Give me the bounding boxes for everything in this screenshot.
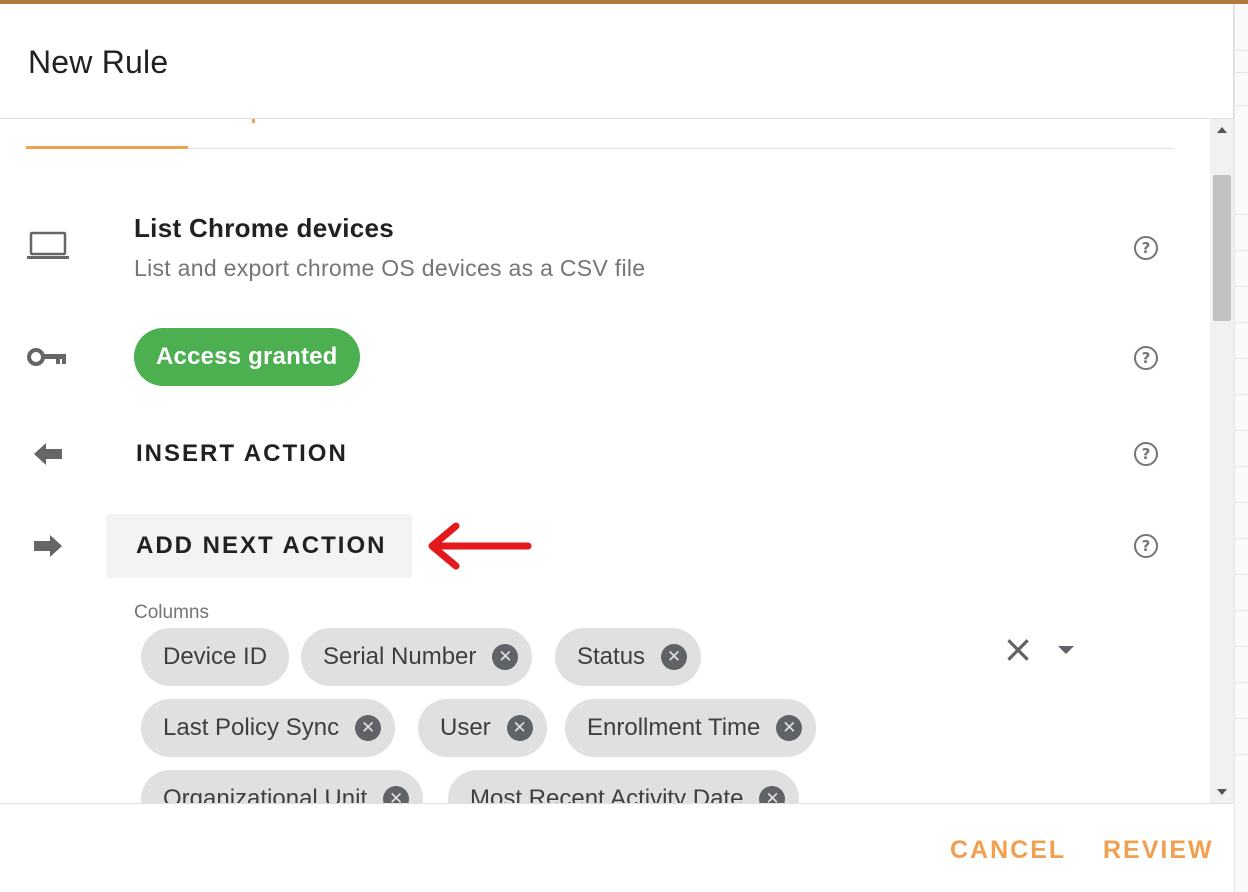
remove-chip-icon[interactable]: ✕ <box>383 786 410 803</box>
help-circle-icon[interactable]: ? <box>1134 346 1158 370</box>
chip-label: Enrollment Time <box>587 714 761 741</box>
column-chip[interactable]: Last Policy Sync ✕ <box>141 699 396 757</box>
column-chip[interactable]: Device ID <box>141 628 290 686</box>
chevron-down-icon[interactable] <box>1058 646 1074 654</box>
insert-action-button[interactable]: INSERT ACTION <box>136 440 348 468</box>
columns-label: Columns <box>134 602 209 623</box>
dialog-header: New Rule <box>0 4 1234 119</box>
window-top-accent <box>0 0 1248 4</box>
rule-title: List Chrome devices <box>134 213 395 243</box>
help-circle-icon[interactable]: ? <box>1134 534 1158 558</box>
access-granted-badge: Access granted <box>134 328 360 386</box>
dialog-footer: CANCEL REVIEW <box>0 803 1234 892</box>
scrollbar-thumb[interactable] <box>1213 175 1231 321</box>
arrow-right-icon <box>26 531 70 561</box>
new-rule-dialog: New Rule List Chrome devices List and ex… <box>0 0 1234 892</box>
chip-label: Serial Number <box>323 643 477 670</box>
remove-chip-icon[interactable]: ✕ <box>661 644 688 670</box>
dialog-title: New Rule <box>28 44 169 80</box>
chip-label: Organizational Unit <box>163 785 368 803</box>
add-next-action-button[interactable]: ADD NEXT ACTION <box>106 514 412 578</box>
key-icon <box>26 342 70 372</box>
remove-chip-icon[interactable]: ✕ <box>759 786 786 803</box>
tabs-divider <box>26 148 1174 149</box>
column-chip[interactable]: Organizational Unit ✕ <box>141 770 424 803</box>
help-circle-icon[interactable]: ? <box>1134 236 1158 260</box>
review-button[interactable]: REVIEW <box>1103 836 1214 865</box>
add-next-action-label: ADD NEXT ACTION <box>136 532 387 559</box>
scroll-down-icon[interactable] <box>1217 789 1227 795</box>
chip-label: Last Policy Sync <box>163 714 340 741</box>
column-chip[interactable]: Serial Number ✕ <box>301 628 533 686</box>
tab-active-indicator[interactable] <box>26 146 188 149</box>
add-next-action-row: ADD NEXT ACTION ? <box>0 514 1210 578</box>
remove-chip-icon[interactable]: ✕ <box>355 715 382 741</box>
column-chip[interactable]: Enrollment Time ✕ <box>565 699 817 757</box>
remove-chip-icon[interactable]: ✕ <box>506 715 533 741</box>
tab-indicator-fragment <box>252 119 255 123</box>
remove-chip-icon[interactable]: ✕ <box>776 715 803 741</box>
chip-label: User <box>440 714 491 741</box>
vertical-scrollbar[interactable] <box>1210 119 1234 803</box>
insert-action-row: INSERT ACTION ? <box>0 434 1210 474</box>
cancel-button[interactable]: CANCEL <box>950 836 1066 865</box>
rule-row: List Chrome devices List and export chro… <box>0 209 1210 299</box>
access-row: Access granted ? <box>0 328 1210 386</box>
help-circle-icon[interactable]: ? <box>1134 442 1158 466</box>
arrow-left-icon <box>26 439 70 469</box>
remove-chip-icon[interactable]: ✕ <box>492 644 519 670</box>
column-chip[interactable]: Most Recent Activity Date ✕ <box>448 770 800 803</box>
clear-all-icon[interactable]: × <box>1000 630 1036 668</box>
chip-label: Status <box>577 643 646 670</box>
column-chip[interactable]: User ✕ <box>418 699 547 757</box>
laptop-icon <box>26 231 70 261</box>
chip-label: Most Recent Activity Date <box>470 785 744 803</box>
dialog-content: List Chrome devices List and export chro… <box>0 119 1210 803</box>
background-app-edge <box>1234 0 1248 892</box>
chip-label: Device ID <box>163 643 268 670</box>
scroll-up-icon[interactable] <box>1217 127 1227 133</box>
red-arrow-icon <box>428 522 532 570</box>
column-chip[interactable]: Status ✕ <box>555 628 702 686</box>
rule-description: List and export chrome OS devices as a C… <box>134 255 646 281</box>
